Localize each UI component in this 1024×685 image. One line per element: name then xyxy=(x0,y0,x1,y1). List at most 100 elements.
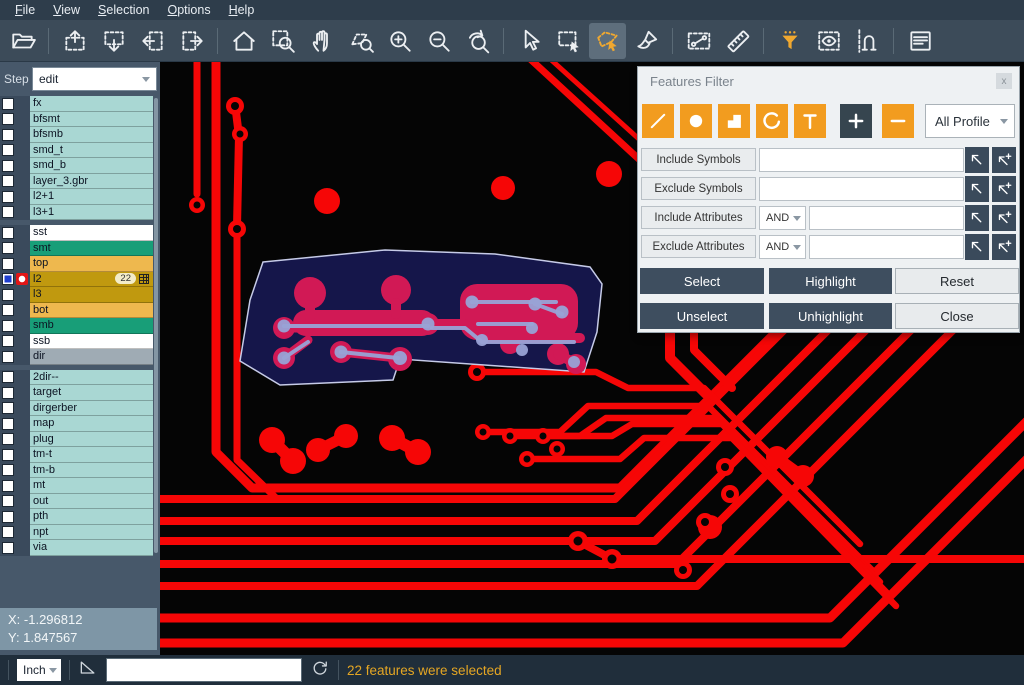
menu-help[interactable]: Help xyxy=(220,2,264,18)
layer-row-l2[interactable]: l222 xyxy=(0,272,160,288)
layer-row-tm-b[interactable]: tm-b xyxy=(0,463,160,479)
layer-color-bar[interactable]: dir xyxy=(30,349,153,365)
unit-select[interactable]: Inch xyxy=(17,659,61,681)
layer-row-sst[interactable]: sst xyxy=(0,225,160,241)
layer-visibility-checkbox[interactable] xyxy=(2,335,14,347)
layer-color-bar[interactable]: out xyxy=(30,494,153,510)
layer-row-layer_3.gbr[interactable]: layer_3.gbr xyxy=(0,174,160,190)
layer-color-bar[interactable]: 2dir-- xyxy=(30,370,153,386)
layer-visibility-checkbox[interactable] xyxy=(2,351,14,363)
view-up-icon[interactable] xyxy=(56,23,93,59)
include-attributes-input[interactable] xyxy=(809,206,964,230)
pick-symbol-button[interactable] xyxy=(965,176,989,202)
zoom-selection-icon[interactable] xyxy=(342,23,379,59)
exclude-attributes-input[interactable] xyxy=(809,235,964,259)
layer-color-bar[interactable]: map xyxy=(30,416,153,432)
layer-row-pth[interactable]: pth xyxy=(0,509,160,525)
pick-symbol-button[interactable] xyxy=(965,147,989,173)
layer-row-smb[interactable]: smb xyxy=(0,318,160,334)
include-symbols-button[interactable]: Include Symbols xyxy=(641,148,756,171)
zoom-window-icon[interactable] xyxy=(264,23,301,59)
layer-row-smd_t[interactable]: smd_t xyxy=(0,143,160,159)
layer-color-bar[interactable]: smt xyxy=(30,241,153,257)
layer-row-map[interactable]: map xyxy=(0,416,160,432)
pick-add-attribute-button[interactable] xyxy=(992,234,1016,260)
layer-color-bar[interactable]: sst xyxy=(30,225,153,241)
reset-button[interactable]: Reset xyxy=(895,268,1019,294)
layer-row-smt[interactable]: smt xyxy=(0,241,160,257)
layers-table-icon[interactable] xyxy=(901,23,938,59)
menu-selection[interactable]: Selection xyxy=(89,2,158,18)
menu-view[interactable]: View xyxy=(44,2,89,18)
pan-icon[interactable] xyxy=(303,23,340,59)
layer-row-smd_b[interactable]: smd_b xyxy=(0,158,160,174)
dialog-close-button[interactable]: x xyxy=(996,73,1012,89)
layer-color-bar[interactable]: l2+1 xyxy=(30,189,153,205)
include-attributes-button[interactable]: Include Attributes xyxy=(641,206,756,229)
layer-row-out[interactable]: out xyxy=(0,494,160,510)
unhighlight-button[interactable]: Unhighlight xyxy=(769,303,892,329)
layer-row-tm-t[interactable]: tm-t xyxy=(0,447,160,463)
layer-color-bar[interactable]: bot xyxy=(30,303,153,319)
view-right-icon[interactable] xyxy=(173,23,210,59)
features-filter-icon[interactable] xyxy=(771,23,808,59)
layer-visibility-checkbox[interactable] xyxy=(2,258,14,270)
layer-visibility-checkbox[interactable] xyxy=(2,449,14,461)
ruler-icon[interactable] xyxy=(719,23,756,59)
view-down-icon[interactable] xyxy=(95,23,132,59)
layer-visibility-checkbox[interactable] xyxy=(2,418,14,430)
pick-attribute-button[interactable] xyxy=(965,205,989,231)
layer-visibility-checkbox[interactable] xyxy=(2,144,14,156)
home-view-icon[interactable] xyxy=(225,23,262,59)
layer-visibility-checkbox[interactable] xyxy=(2,113,14,125)
layer-visibility-checkbox[interactable] xyxy=(2,511,14,523)
surface-feature-button[interactable] xyxy=(718,104,750,138)
layer-color-bar[interactable]: ssb xyxy=(30,334,153,350)
layer-color-bar[interactable]: plug xyxy=(30,432,153,448)
layer-color-bar[interactable]: smd_t xyxy=(30,143,153,159)
clear-layer-icon[interactable] xyxy=(628,23,665,59)
layer-visibility-checkbox[interactable] xyxy=(2,175,14,187)
exclude-attributes-logic-select[interactable]: AND xyxy=(759,235,806,259)
layer-visibility-checkbox[interactable] xyxy=(2,191,14,203)
line-feature-button[interactable] xyxy=(642,104,674,138)
text-feature-button[interactable] xyxy=(794,104,826,138)
layer-row-bot[interactable]: bot xyxy=(0,303,160,319)
layer-visibility-checkbox[interactable] xyxy=(2,289,14,301)
negative-polarity-button[interactable] xyxy=(882,104,914,138)
layer-row-via[interactable]: via xyxy=(0,540,160,556)
close-button[interactable]: Close xyxy=(895,303,1019,329)
profile-select[interactable]: All Profile xyxy=(925,104,1015,138)
layer-visibility-checkbox[interactable] xyxy=(2,98,14,110)
layer-color-bar[interactable]: pth xyxy=(30,509,153,525)
snap-icon[interactable] xyxy=(849,23,886,59)
layer-visibility-checkbox[interactable] xyxy=(2,273,14,285)
layer-row-2dir--[interactable]: 2dir-- xyxy=(0,370,160,386)
layer-color-bar[interactable]: via xyxy=(30,540,153,556)
pad-feature-button[interactable] xyxy=(680,104,712,138)
layer-visibility-checkbox[interactable] xyxy=(2,464,14,476)
layer-visibility-checkbox[interactable] xyxy=(2,387,14,399)
pick-attribute-button[interactable] xyxy=(965,234,989,260)
angle-measure-icon[interactable] xyxy=(78,658,98,683)
exclude-symbols-button[interactable]: Exclude Symbols xyxy=(641,177,756,200)
select-button[interactable]: Select xyxy=(640,268,764,294)
layer-row-fx[interactable]: fx xyxy=(0,96,160,112)
rectangle-select-icon[interactable] xyxy=(550,23,587,59)
previous-view-icon[interactable] xyxy=(459,23,496,59)
layer-row-bfsmt[interactable]: bfsmt xyxy=(0,112,160,128)
layer-row-top[interactable]: top xyxy=(0,256,160,272)
highlight-button[interactable]: Highlight xyxy=(769,268,892,294)
layer-color-bar[interactable]: top xyxy=(30,256,153,272)
layer-row-plug[interactable]: plug xyxy=(0,432,160,448)
layer-color-bar[interactable]: l3 xyxy=(30,287,153,303)
layer-visibility-checkbox[interactable] xyxy=(2,371,14,383)
layer-color-bar[interactable]: npt xyxy=(30,525,153,541)
positive-polarity-button[interactable] xyxy=(840,104,872,138)
layer-color-bar[interactable]: mt xyxy=(30,478,153,494)
layer-row-dirgerber[interactable]: dirgerber xyxy=(0,401,160,417)
layer-visibility-checkbox[interactable] xyxy=(2,495,14,507)
layer-row-bfsmb[interactable]: bfsmb xyxy=(0,127,160,143)
pick-add-symbol-button[interactable] xyxy=(992,147,1016,173)
layer-visibility-checkbox[interactable] xyxy=(2,542,14,554)
